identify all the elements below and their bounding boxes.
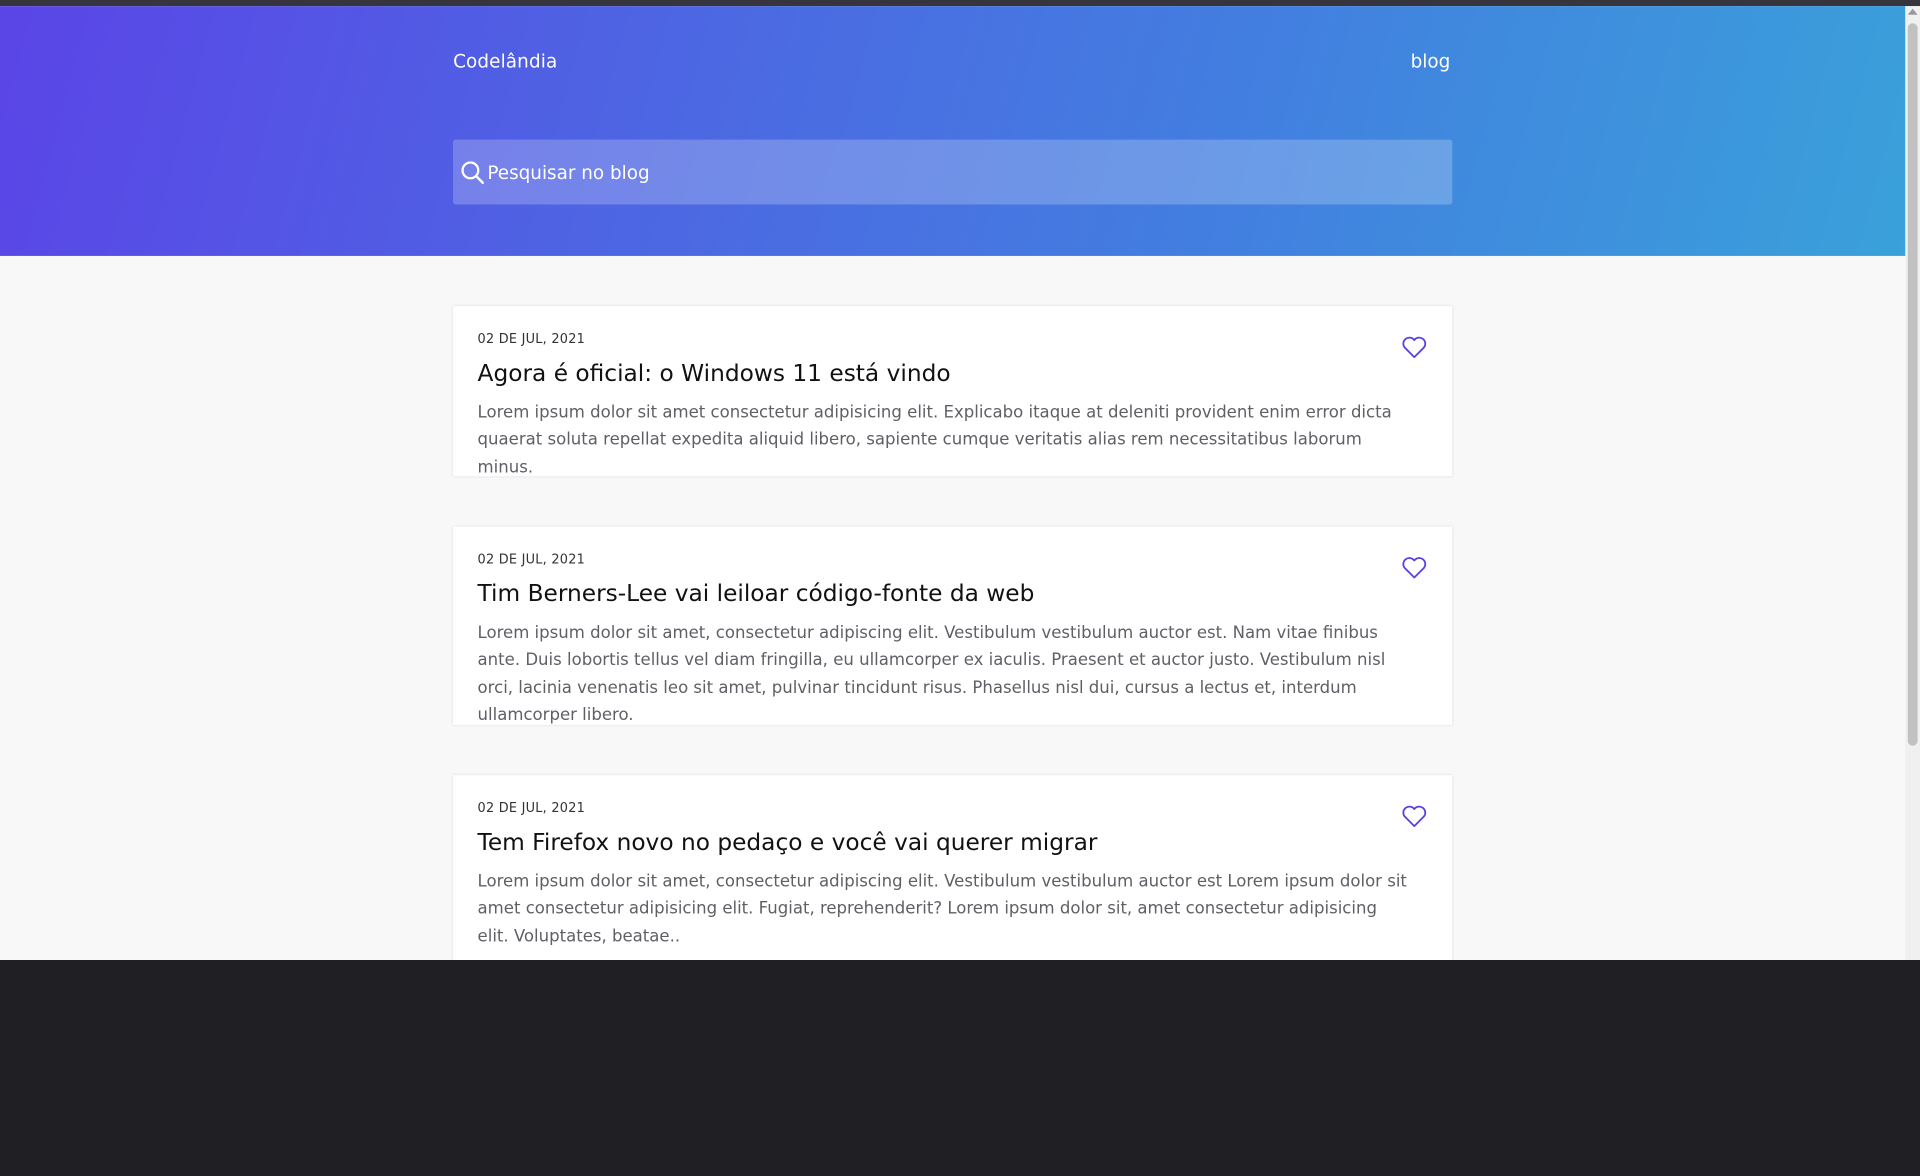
post-description: Lorem ipsum dolor sit amet, consectetur …: [477, 871, 1407, 947]
post-card[interactable]: 02 DE JUL, 2021 Tem Firefox novo no peda…: [453, 775, 1453, 961]
nav-link-blog[interactable]: blog: [1411, 50, 1451, 72]
page: Codelândia blog 02 DE JUL, 2021 Agora é …: [0, 0, 1920, 961]
site-logo[interactable]: Codelândia: [453, 50, 557, 72]
search-input[interactable]: [487, 139, 1443, 205]
search-bar[interactable]: [453, 139, 1453, 205]
post-title[interactable]: Tim Berners-Lee vai leiloar código-fonte…: [478, 580, 1035, 607]
post-title[interactable]: Agora é oficial: o Windows 11 está vindo: [478, 360, 951, 387]
post-title[interactable]: Tem Firefox novo no pedaço e você vai qu…: [478, 829, 1098, 856]
post-date: 02 DE JUL, 2021: [477, 331, 586, 347]
heart-icon[interactable]: [1401, 803, 1428, 827]
vertical-scrollbar[interactable]: [1905, 6, 1920, 961]
scroll-up-arrow-icon[interactable]: [1907, 8, 1918, 15]
post-description: Lorem ipsum dolor sit amet, consectetur …: [477, 623, 1386, 725]
search-icon: [461, 161, 484, 184]
post-date: 02 DE JUL, 2021: [477, 800, 586, 816]
header-banner: Codelândia blog: [0, 6, 1906, 256]
scrollbar-thumb[interactable]: [1907, 23, 1918, 746]
post-card[interactable]: 02 DE JUL, 2021 Tim Berners-Lee vai leil…: [453, 526, 1453, 725]
heart-icon[interactable]: [1401, 555, 1428, 579]
heart-icon[interactable]: [1401, 334, 1428, 358]
post-card[interactable]: 02 DE JUL, 2021 Agora é oficial: o Windo…: [453, 306, 1453, 477]
post-date: 02 DE JUL, 2021: [477, 552, 586, 567]
post-description: Lorem ipsum dolor sit amet consectetur a…: [477, 402, 1392, 478]
viewport: Codelândia blog 02 DE JUL, 2021 Agora é …: [0, 0, 1920, 1176]
